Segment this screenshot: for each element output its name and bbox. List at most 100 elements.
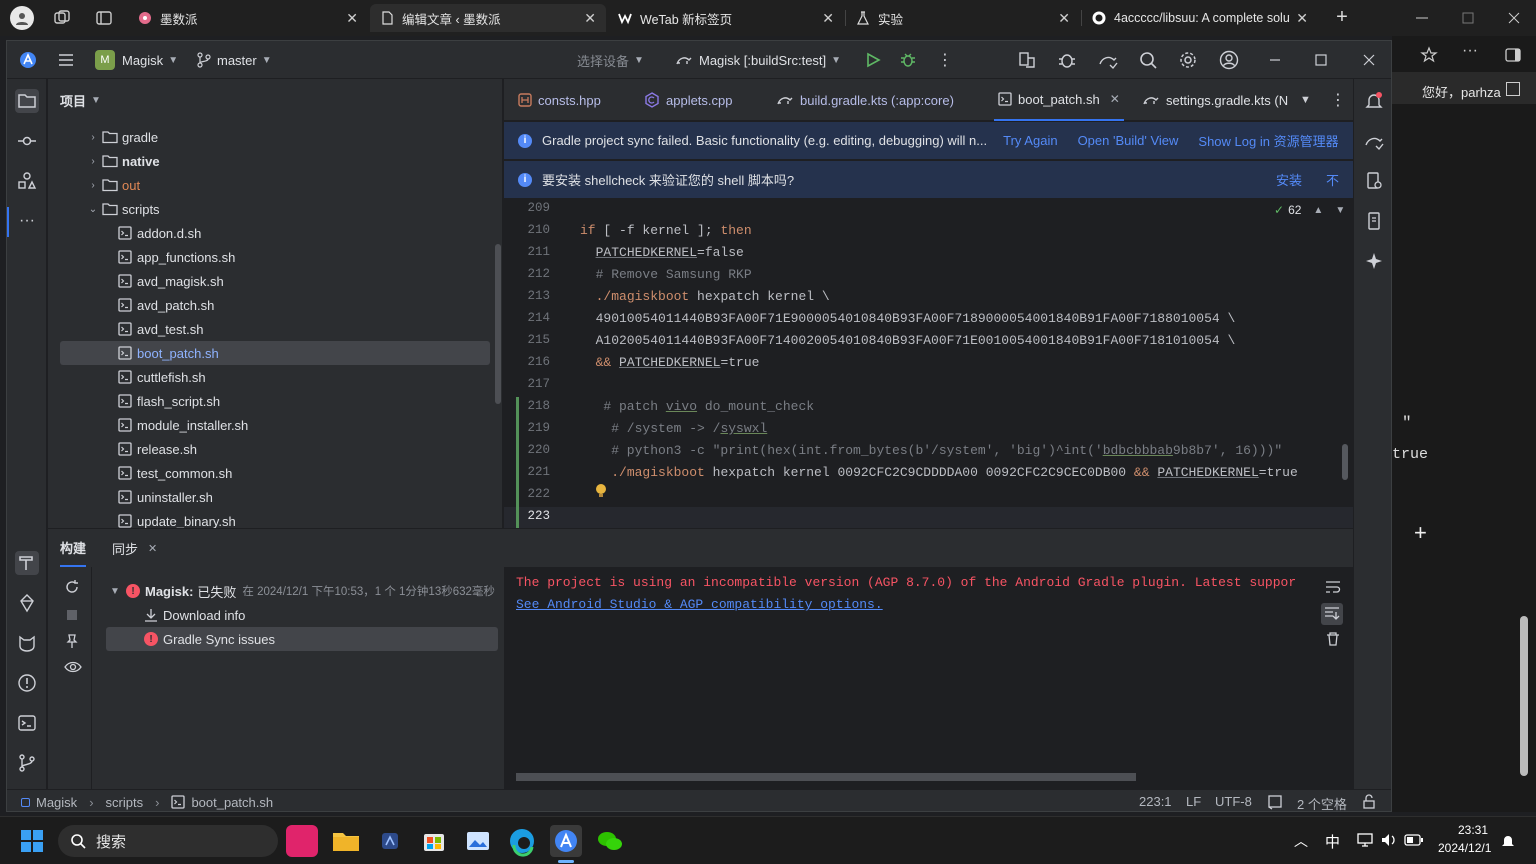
commit-tool-icon[interactable] [15,129,39,153]
breadcrumb-item[interactable]: Magisk [36,795,77,810]
editor-tab-applets-cpp[interactable]: applets.cpp [644,79,733,121]
try-again-link[interactable]: Try Again [1003,133,1057,148]
taskbar-app-paint[interactable] [374,825,406,857]
eye-icon[interactable] [64,659,82,675]
taskbar-app-file-explorer[interactable] [330,825,362,857]
favorites-icon[interactable] [1420,46,1438,64]
close-icon[interactable]: ✕ [148,542,157,555]
logcat-icon[interactable] [15,631,39,655]
tree-file[interactable]: module_installer.sh [60,413,490,437]
close-icon[interactable]: ✕ [584,10,596,27]
build-output-console[interactable]: The project is using an incompatible ver… [504,567,1313,789]
version-control-icon[interactable] [15,751,39,775]
file-encoding[interactable]: UTF-8 [1215,794,1252,809]
tree-file[interactable]: release.sh [60,437,490,461]
device-selector[interactable]: 选择设备 ▼ [577,41,644,79]
ide-close-button[interactable] [1361,41,1377,79]
tree-file[interactable]: avd_test.sh [60,317,490,341]
browser-tab-1[interactable]: 墨数派 ✕ [128,4,368,32]
minimize-window-button[interactable] [1412,8,1432,28]
browser-tab-3[interactable]: WeTab 新标签页 ✕ [608,4,844,32]
taskbar-app-xmind[interactable] [286,825,318,857]
editor-tab-options-icon[interactable]: ⋮ [1330,79,1346,121]
tree-file[interactable]: test_common.sh [60,461,490,485]
soft-wrap-icon[interactable] [1325,579,1341,595]
tree-file[interactable]: avd_magisk.sh [60,269,490,293]
inspection-widget[interactable]: ✓ 62 ▲ ▼ [1274,203,1345,217]
chevron-right-icon[interactable]: › [86,132,100,143]
scroll-to-end-icon[interactable] [1321,603,1343,625]
clear-console-icon[interactable] [1325,631,1341,647]
tree-folder[interactable]: › gradle [60,125,490,149]
close-icon[interactable]: ✕ [1058,10,1070,27]
device-explorer-icon[interactable] [1362,169,1386,193]
main-menu-icon[interactable] [57,41,75,79]
tab-build[interactable]: 构建 [60,529,87,567]
run-configuration-selector[interactable]: Magisk [:buildSrc:test] ▼ [675,41,841,79]
console-hscrollbar[interactable] [516,773,1136,781]
build-tree-root[interactable]: ▼ ! Magisk: 已失败 在 2024/12/1 下午10:53，1 个 … [108,579,495,603]
taskbar-app-store[interactable] [418,825,450,857]
workspaces-icon[interactable] [52,8,72,28]
restore-window-button[interactable] [1458,8,1478,28]
build-tree-gradle-sync-issues[interactable]: ! Gradle Sync issues [106,627,498,651]
search-icon[interactable] [1139,41,1157,79]
read-only-toggle-icon[interactable] [1267,794,1283,810]
more-tool-windows-icon[interactable]: ··· [15,209,39,233]
taskbar-app-photos[interactable] [462,825,494,857]
tree-file[interactable]: app_functions.sh [60,245,490,269]
tab-sync[interactable]: 同步 ✕ [112,529,157,567]
ide-minimize-button[interactable] [1267,41,1283,79]
close-window-button[interactable] [1504,8,1524,28]
more-menu-icon[interactable]: ··· [1462,42,1478,60]
tree-file[interactable]: boot_patch.sh [60,341,490,365]
account-icon[interactable] [1219,41,1239,79]
chevron-up-icon[interactable]: ▲ [1313,205,1323,216]
resource-manager-icon[interactable] [15,169,39,193]
rerun-icon[interactable] [64,579,80,595]
tree-folder[interactable]: › native [60,149,490,173]
project-tool-icon[interactable] [15,89,39,113]
lock-icon[interactable] [1361,794,1377,810]
sidebar-toggle-icon[interactable] [1504,46,1522,64]
app-inspection-icon[interactable] [1057,41,1077,79]
ide-maximize-button[interactable] [1313,41,1329,79]
code-editor[interactable]: ✓ 62 ▲ ▼ 209 210 if [ -f kernel ]; then 211… [504,199,1353,528]
chevron-right-icon[interactable]: › [86,156,100,167]
browser-tab-2[interactable]: 编辑文章 ‹ 墨数派 ✕ [370,4,606,32]
more-actions-icon[interactable]: ⋮ [937,41,953,79]
tree-file[interactable]: addon.d.sh [60,221,490,245]
add-block-button[interactable]: + [1414,520,1427,546]
sync-gradle-icon[interactable] [1017,41,1037,79]
chevron-down-icon[interactable]: ▼ [108,586,122,597]
vcs-branch-selector[interactable]: master ▼ [197,41,272,79]
breadcrumb-item[interactable]: boot_patch.sh [191,795,273,810]
taskbar-search-box[interactable]: 搜索 [58,825,278,857]
project-view-selector[interactable]: 项目 ▼ [60,91,101,110]
debug-button[interactable] [899,41,917,79]
network-icon[interactable] [1356,831,1374,849]
agp-compatibility-link[interactable]: See Android Studio & AGP compatibility o… [516,597,883,612]
tree-file[interactable]: cuttlefish.sh [60,365,490,389]
tree-file[interactable]: uninstaller.sh [60,485,490,509]
breadcrumb-item[interactable]: scripts [106,795,144,810]
tab-list-dropdown[interactable]: ▼ [1300,79,1311,121]
show-hidden-icons[interactable]: ︿ [1294,831,1308,851]
close-icon[interactable]: ✕ [346,10,358,27]
clock-date[interactable]: 2024/12/1 [1438,841,1491,855]
build-tool-icon[interactable] [15,551,39,575]
running-devices-icon[interactable] [1362,129,1386,153]
editor-tab-settings-gradle[interactable]: settings.gradle.kts (N [1142,79,1288,121]
terminal-icon[interactable] [15,711,39,735]
taskbar-app-wechat[interactable] [594,825,626,857]
build-tree-download-info[interactable]: Download info [144,603,245,627]
tree-file[interactable]: flash_script.sh [60,389,490,413]
caret-position[interactable]: 223:1 [1139,794,1172,809]
tree-folder[interactable]: ⌄ scripts [60,197,490,221]
close-icon[interactable]: ✕ [822,10,834,27]
start-button[interactable] [16,825,48,857]
project-tree-scrollbar[interactable] [495,244,501,404]
page-scrollbar[interactable] [1520,616,1528,776]
taskbar-app-edge[interactable] [506,825,538,857]
project-selector[interactable]: M Magisk ▼ [95,41,178,79]
